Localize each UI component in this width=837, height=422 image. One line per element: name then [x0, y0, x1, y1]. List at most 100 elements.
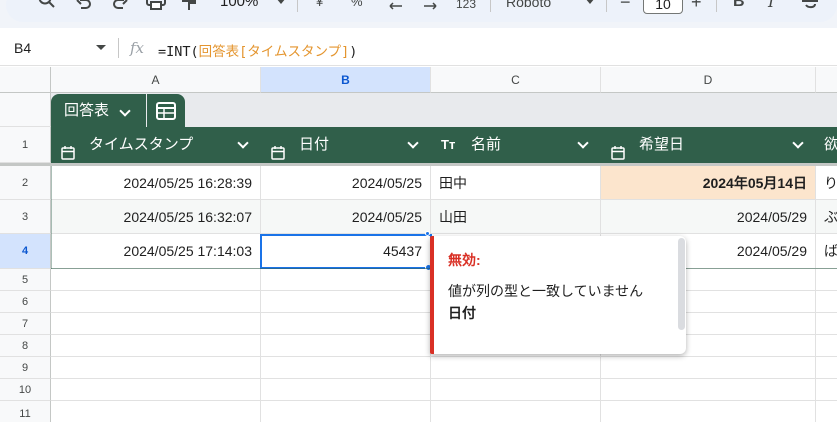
grid-cell[interactable] — [816, 313, 837, 335]
table-cell-e3[interactable]: ぶ — [816, 200, 837, 234]
zoom-select[interactable]: 100% — [220, 0, 258, 11]
text-type-icon: Tт — [441, 137, 456, 152]
grid-cell[interactable] — [261, 335, 431, 357]
chevron-down-icon[interactable] — [407, 137, 419, 149]
error-indicator — [425, 231, 430, 236]
grid-cell[interactable] — [51, 291, 261, 313]
table-cell-a4[interactable]: 2024/05/25 17:14:03 — [51, 234, 261, 269]
table-cell-d3[interactable]: 2024/05/29 — [601, 200, 816, 234]
increase-font-size-button[interactable]: + — [691, 0, 702, 11]
row-header-7[interactable]: 7 — [0, 313, 51, 335]
formula-input[interactable]: =INT(回答表[タイムスタンプ]) — [158, 40, 357, 60]
row-header-11[interactable]: 11 — [0, 401, 51, 422]
table-name-chip[interactable]: 回答表 — [51, 94, 146, 127]
grid-cell[interactable] — [601, 379, 816, 401]
font-size-input[interactable]: 10 — [643, 0, 683, 14]
tooltip-title: 無効: — [448, 252, 481, 268]
grid-cell[interactable] — [601, 357, 816, 379]
table-cell-c2[interactable]: 田中 — [431, 166, 601, 200]
grid-cell[interactable] — [51, 357, 261, 379]
table-cell-c3[interactable]: 山田 — [431, 200, 601, 234]
grid-cell[interactable] — [601, 401, 816, 422]
row-header-5[interactable]: 5 — [0, 269, 51, 291]
toolbar-separator — [606, 0, 607, 12]
table-left-border — [51, 166, 52, 269]
grid-cell[interactable] — [51, 269, 261, 291]
row-header-8[interactable]: 8 — [0, 335, 51, 357]
column-header-c[interactable]: C — [431, 67, 601, 93]
row-header-6[interactable]: 6 — [0, 291, 51, 313]
row-header-10[interactable]: 10 — [0, 379, 51, 401]
more-formats-button[interactable]: 123 — [456, 0, 476, 13]
table-header-name[interactable]: Tт 名前 — [431, 127, 601, 163]
grid-cell[interactable] — [431, 379, 601, 401]
chevron-down-icon[interactable] — [237, 137, 249, 149]
column-header-a[interactable]: A — [51, 67, 261, 93]
grid-cell[interactable] — [816, 357, 837, 379]
grid-cell[interactable] — [816, 269, 837, 291]
increase-decimal-icon[interactable]: .00 — [420, 0, 442, 10]
grid-cell[interactable] — [51, 335, 261, 357]
row-header-9[interactable]: 9 — [0, 357, 51, 379]
currency-format-button[interactable]: ¥ — [316, 0, 323, 11]
search-icon[interactable] — [38, 0, 56, 10]
redo-icon[interactable] — [112, 0, 128, 12]
percent-format-button[interactable]: % — [351, 0, 363, 11]
table-cell-e2[interactable]: り — [816, 166, 837, 200]
print-icon[interactable] — [146, 0, 166, 12]
table-cell-a3[interactable]: 2024/05/25 16:32:07 — [51, 200, 261, 234]
formula-prefix: =INT( — [158, 44, 199, 60]
chevron-down-icon[interactable] — [577, 137, 589, 149]
undo-icon[interactable] — [76, 0, 92, 12]
strikethrough-icon[interactable] — [800, 0, 820, 10]
active-cell-b4[interactable]: 45437 — [260, 234, 432, 269]
svg-text:.00: .00 — [421, 0, 434, 2]
italic-button[interactable]: I — [768, 0, 774, 11]
grid-cell[interactable] — [261, 291, 431, 313]
grid-cell[interactable] — [816, 335, 837, 357]
table-header-date[interactable]: 日付 — [261, 127, 431, 163]
font-family-select[interactable]: Roboto — [506, 0, 551, 11]
grid-cell[interactable] — [261, 379, 431, 401]
table-cell-b3[interactable]: 2024/05/25 — [261, 200, 431, 234]
select-all-corner[interactable] — [0, 67, 51, 93]
decrease-font-size-button[interactable]: − — [620, 0, 631, 11]
grid-cell[interactable] — [261, 313, 431, 335]
column-header-e[interactable] — [816, 67, 837, 93]
table-header-preferred-date[interactable]: 希望日 — [601, 127, 816, 163]
paint-format-icon[interactable] — [182, 0, 196, 12]
grid-cell[interactable] — [431, 401, 601, 422]
grid-cell[interactable] — [261, 269, 431, 291]
row-header-3[interactable]: 3 — [0, 200, 51, 234]
row-header-2[interactable]: 2 — [0, 166, 51, 200]
grid-cell[interactable] — [51, 313, 261, 335]
row-header-4[interactable]: 4 — [0, 234, 51, 269]
grid-cell[interactable] — [816, 291, 837, 313]
decrease-decimal-icon[interactable]: .0 — [384, 0, 404, 10]
column-header-d[interactable]: D — [601, 67, 816, 93]
grid-cell[interactable] — [51, 401, 261, 422]
table-cell-b2[interactable]: 2024/05/25 — [261, 166, 431, 200]
name-box-dropdown-icon[interactable] — [96, 45, 106, 50]
table-header-e[interactable]: 欲 — [816, 127, 837, 163]
tooltip-scrollbar[interactable] — [678, 238, 685, 330]
table-header-timestamp[interactable]: タイムスタンプ — [51, 127, 261, 163]
grid-cell[interactable] — [261, 357, 431, 379]
font-dropdown-icon[interactable] — [585, 0, 595, 14]
grid-cell[interactable] — [431, 357, 601, 379]
bold-button[interactable]: B — [733, 0, 745, 11]
toolbar-separator — [297, 0, 298, 12]
column-header-b[interactable]: B — [261, 67, 431, 93]
row-header-1[interactable]: 1 — [0, 127, 51, 163]
table-cell-a2[interactable]: 2024/05/25 16:28:39 — [51, 166, 261, 200]
grid-cell[interactable] — [816, 401, 837, 422]
name-box[interactable]: B4 — [14, 40, 31, 56]
grid-cell[interactable] — [261, 401, 431, 422]
table-cell-e4[interactable]: ば — [816, 234, 837, 269]
table-header-label: 希望日 — [639, 136, 685, 153]
zoom-dropdown-icon[interactable] — [276, 0, 286, 14]
grid-cell[interactable] — [816, 379, 837, 401]
table-cell-d2[interactable]: 2024年05月14日 — [601, 166, 816, 200]
chevron-down-icon[interactable] — [792, 137, 804, 149]
grid-cell[interactable] — [51, 379, 261, 401]
